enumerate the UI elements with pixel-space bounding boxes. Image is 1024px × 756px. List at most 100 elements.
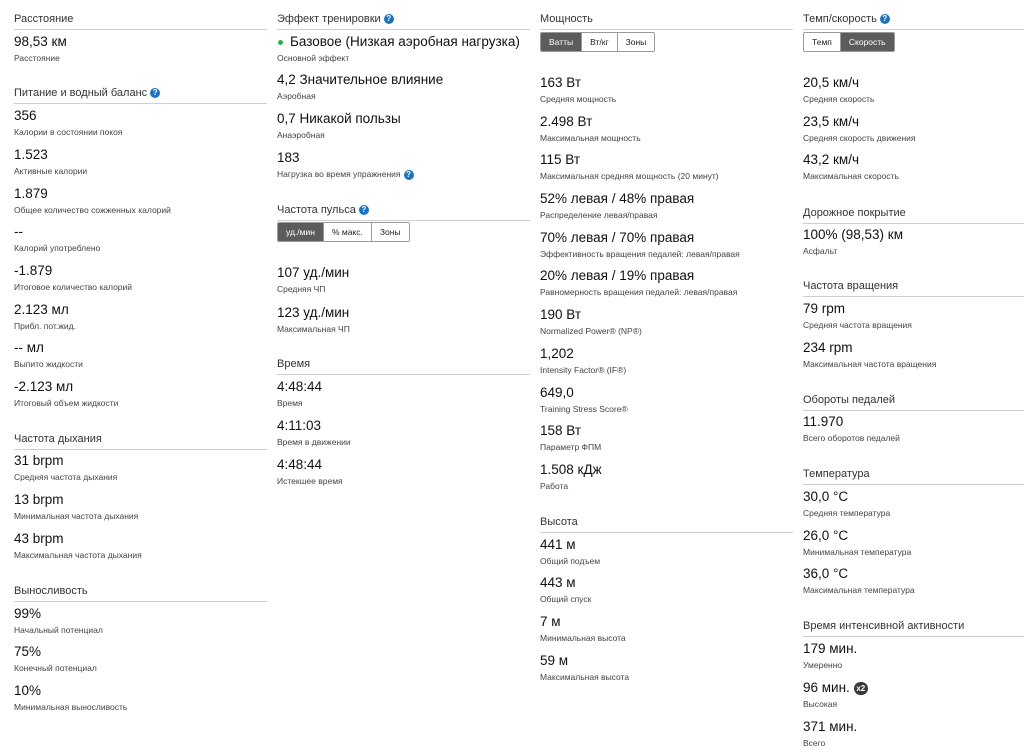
tab-zones[interactable]: Зоны bbox=[370, 223, 409, 241]
help-icon[interactable]: ? bbox=[383, 14, 394, 24]
stat-value: 11.970 bbox=[803, 414, 844, 429]
stat-label: Равномерность вращения педалей: левая/пр… bbox=[540, 287, 738, 297]
stat-label: Общий подъем bbox=[540, 556, 601, 566]
stat-label: Всего bbox=[803, 738, 826, 748]
stat-max-avg-power-20min: 115 Вт Максимальная средняя мощность (20 … bbox=[540, 152, 793, 188]
section-title-text: Частота вращения bbox=[803, 280, 899, 292]
stat-value: 13 brpm bbox=[14, 492, 64, 507]
section-title-text: Высота bbox=[540, 516, 578, 528]
stat-fluid-consumed: -- мл Выпито жидкости bbox=[14, 340, 267, 376]
stat-value: 4:48:44 bbox=[277, 379, 323, 394]
stat-ftp: 158 Вт Параметр ФПМ bbox=[540, 423, 793, 459]
stat-value: -- bbox=[14, 224, 23, 239]
stat-net-calories: -1.879 Итоговое количество калорий bbox=[14, 263, 267, 299]
stat-avg-cadence: 79 rpm Средняя частота вращения bbox=[803, 301, 1024, 337]
help-icon[interactable]: ? bbox=[403, 170, 414, 180]
stat-value: 31 brpm bbox=[14, 453, 64, 468]
stat-label: Нагрузка во время упражнения? bbox=[277, 169, 530, 180]
section-title: Питание и водный баланс? bbox=[14, 86, 267, 104]
stat-value: 79 rpm bbox=[803, 301, 846, 316]
stat-training-stress-score: 649,0 Training Stress Score® bbox=[540, 385, 793, 421]
tab-speed[interactable]: Скорость bbox=[839, 33, 894, 51]
tab-bpm[interactable]: уд./мин bbox=[278, 223, 323, 241]
stat-value: 59 м bbox=[540, 653, 569, 668]
section-power: Мощность bbox=[540, 12, 793, 30]
stat-label: Высокая bbox=[803, 699, 838, 709]
stat-total-intensity-minutes: 371 мин. Всего bbox=[803, 719, 1024, 755]
section-title: Расстояние bbox=[14, 12, 267, 30]
section-title: Температура bbox=[803, 467, 1024, 485]
stat-value: 183 bbox=[277, 150, 300, 165]
stat-anaerobic: 0,7 Никакой пользы Анаэробная bbox=[277, 111, 530, 147]
stat-value: 23,5 км/ч bbox=[803, 114, 859, 129]
stat-max-elevation: 59 м Максимальная высота bbox=[540, 653, 793, 689]
stat-avg-hr: 107 уд./мин Средняя ЧП bbox=[277, 265, 530, 301]
stat-net-fluid: -2.123 мл Итоговый объем жидкости bbox=[14, 379, 267, 415]
stat-label: Аэробная bbox=[277, 91, 316, 101]
help-icon[interactable]: ? bbox=[358, 205, 369, 215]
stat-value: 4:11:03 bbox=[277, 418, 322, 433]
stat-min-elevation: 7 м Минимальная высота bbox=[540, 614, 793, 650]
stat-value: 10% bbox=[14, 683, 42, 698]
tab-power-zones[interactable]: Зоны bbox=[616, 33, 655, 51]
stat-label: Общий спуск bbox=[540, 594, 592, 604]
help-icon[interactable]: ? bbox=[879, 14, 890, 24]
stat-label: Максимальная скорость bbox=[803, 171, 899, 181]
section-cadence: Частота вращения bbox=[803, 279, 1024, 297]
power-tabs: Ватты Вт/кг Зоны bbox=[540, 32, 656, 52]
stat-value: 30,0 °C bbox=[803, 489, 849, 504]
section-surface: Дорожное покрытие bbox=[803, 206, 1024, 224]
stat-label: Эффективность вращения педалей: левая/пр… bbox=[540, 249, 740, 259]
section-title: Выносливость bbox=[14, 584, 267, 602]
stat-label: Начальный потенциал bbox=[14, 625, 103, 635]
stat-label: Средняя температура bbox=[803, 508, 891, 518]
stat-pedal-smoothness: 20% левая / 19% правая Равномерность вращ… bbox=[540, 268, 793, 304]
pace-speed-tabs: Темп Скорость bbox=[803, 32, 895, 52]
stat-label: Время в движении bbox=[277, 437, 351, 447]
tab-pace[interactable]: Темп bbox=[804, 33, 840, 51]
stat-aerobic: 4,2 Значительное влияние Аэробная bbox=[277, 72, 530, 108]
stat-value: -2.123 мл bbox=[14, 379, 74, 394]
stat-vigorous-minutes: 96 мин. x2 Высокая bbox=[803, 680, 1024, 716]
section-title-text: Время интенсивной активности bbox=[803, 620, 965, 632]
stat-label: Активные калории bbox=[14, 166, 88, 176]
stat-moderate-minutes: 179 мин. Умеренно bbox=[803, 641, 1024, 677]
stat-label: Средняя частота дыхания bbox=[14, 472, 118, 482]
section-time: Время bbox=[277, 357, 530, 375]
stat-label: Общее количество сожженных калорий bbox=[14, 205, 171, 215]
stat-label: Максимальная высота bbox=[540, 672, 630, 682]
section-title-text: Частота дыхания bbox=[14, 433, 102, 445]
section-title: Частота дыхания bbox=[14, 432, 267, 450]
stat-value: 4,2 Значительное влияние bbox=[277, 72, 444, 87]
stat-value-text: Базовое (Низкая аэробная нагрузка) bbox=[290, 34, 520, 49]
section-intensity-minutes: Время интенсивной активности bbox=[803, 619, 1024, 637]
stat-label: Максимальная средняя мощность (20 минут) bbox=[540, 171, 719, 181]
section-title: Мощность bbox=[540, 12, 793, 30]
section-title: Время интенсивной активности bbox=[803, 619, 1024, 637]
stat-elapsed-time: 4:48:44 Истекшее время bbox=[277, 457, 530, 493]
stat-label: Максимальная температура bbox=[803, 585, 915, 595]
tab-watts[interactable]: Ватты bbox=[541, 33, 582, 51]
help-icon[interactable]: ? bbox=[150, 88, 161, 98]
stat-value: 115 Вт bbox=[540, 152, 581, 167]
stat-label: Минимальная температура bbox=[803, 547, 912, 557]
stat-value: 43 brpm bbox=[14, 531, 64, 546]
stat-label: Итоговый объем жидкости bbox=[14, 398, 119, 408]
stat-label: Максимальная ЧП bbox=[277, 324, 350, 334]
tab-watts-per-kg[interactable]: Вт/кг bbox=[581, 33, 617, 51]
stat-label: Итоговое количество калорий bbox=[14, 282, 133, 292]
section-nutrition: Питание и водный баланс? bbox=[14, 86, 267, 104]
stat-value: 36,0 °C bbox=[803, 566, 849, 581]
stat-value: 26,0 °C bbox=[803, 528, 849, 543]
stat-value: 179 мин. bbox=[803, 641, 858, 656]
stat-sweat-loss: 2.123 мл Прибл. пот.жид. bbox=[14, 302, 267, 338]
stat-value: 371 мин. bbox=[803, 719, 858, 734]
stat-value: 7 м bbox=[540, 614, 561, 629]
stat-total-calories: 1.879 Общее количество сожженных калорий bbox=[14, 186, 267, 222]
stat-label: Normalized Power® (NP®) bbox=[540, 326, 642, 336]
stat-value-text: 96 мин. bbox=[803, 680, 850, 695]
stat-label: Intensity Factor® (IF®) bbox=[540, 365, 627, 375]
tab-percent-max[interactable]: % макс. bbox=[322, 223, 371, 241]
stat-label: Прибл. пот.жид. bbox=[14, 321, 76, 331]
section-title: Время bbox=[277, 357, 530, 375]
